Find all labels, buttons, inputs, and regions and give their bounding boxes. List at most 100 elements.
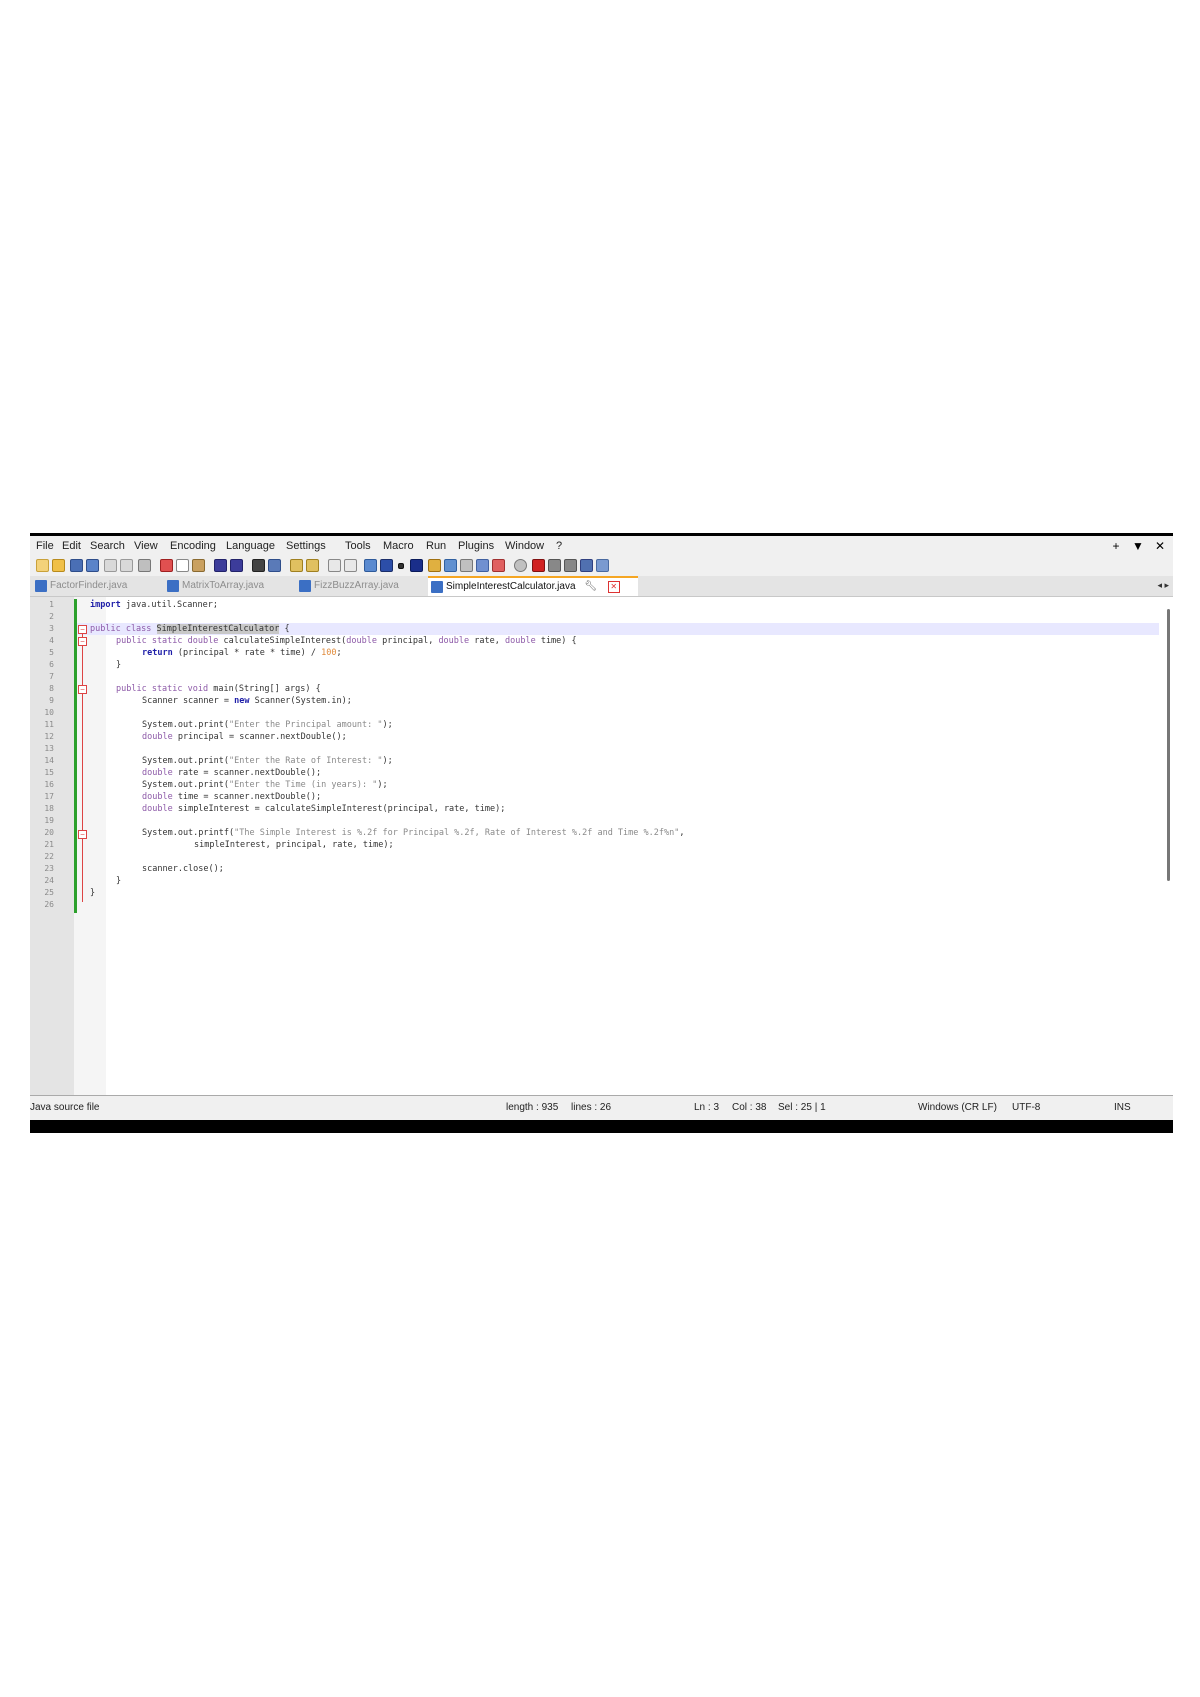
wrench-icon[interactable]: 🔧︎ (584, 581, 597, 592)
indent-guide-icon[interactable] (410, 559, 423, 572)
status-length: length : 935 (506, 1102, 559, 1113)
zoom-in-icon[interactable] (290, 559, 303, 572)
code-editor[interactable]: 1 2 3 4 5 6 7 8 9 10 11 12 13 14 15 16 1… (30, 597, 1173, 1096)
vertical-scrollbar[interactable] (1167, 609, 1170, 881)
menu-settings[interactable]: Settings (286, 540, 326, 552)
monitoring-icon[interactable] (492, 559, 505, 572)
close-file-icon[interactable] (104, 559, 117, 572)
close-icon[interactable]: ✕ (1153, 539, 1167, 553)
line-number: 20 (44, 828, 54, 837)
line-number: 22 (44, 852, 54, 861)
java-file-icon (431, 581, 443, 593)
add-icon[interactable]: + (1109, 539, 1123, 553)
stop-recording-icon[interactable] (548, 559, 561, 572)
undo-icon[interactable] (214, 559, 227, 572)
save-macro-icon[interactable] (596, 559, 609, 572)
start-recording-icon[interactable] (532, 559, 545, 572)
line-number: 6 (49, 660, 54, 669)
status-eol[interactable]: Windows (CR LF) (918, 1102, 997, 1113)
line-number: 19 (44, 816, 54, 825)
record-macro-icon[interactable] (514, 559, 527, 572)
line-number: 7 (49, 672, 54, 681)
menu-help[interactable]: ? (556, 540, 562, 552)
code-line: public static double calculateSimpleInte… (116, 636, 577, 646)
sync-horizontal-icon[interactable] (344, 559, 357, 572)
line-number: 18 (44, 804, 54, 813)
menu-macro[interactable]: Macro (383, 540, 414, 552)
menu-language[interactable]: Language (226, 540, 275, 552)
copy-icon[interactable] (176, 559, 189, 572)
line-number: 8 (49, 684, 54, 693)
fold-toggle-icon[interactable]: − (78, 637, 87, 646)
user-language-icon[interactable] (428, 559, 441, 572)
run-macro-icon[interactable] (580, 559, 593, 572)
menu-encoding[interactable]: Encoding (170, 540, 216, 552)
replace-icon[interactable] (268, 559, 281, 572)
fold-toggle-icon[interactable]: − (78, 685, 87, 694)
dropdown-arrow-icon[interactable] (398, 563, 404, 569)
line-number: 12 (44, 732, 54, 741)
code-line: } (116, 660, 122, 670)
playback-icon[interactable] (564, 559, 577, 572)
notepad-window: File Edit Search View Encoding Language … (30, 533, 1173, 1133)
menu-plugins[interactable]: Plugins (458, 540, 494, 552)
zoom-out-icon[interactable] (306, 559, 319, 572)
line-number: 1 (49, 600, 54, 609)
status-encoding[interactable]: UTF-8 (1012, 1102, 1040, 1113)
code-line: public class SimpleInterestCalculator { (90, 624, 290, 634)
line-number: 11 (44, 720, 54, 729)
fold-toggle-icon[interactable]: − (78, 625, 87, 634)
code-line: public static void main(String[] args) { (116, 684, 321, 694)
save-icon[interactable] (70, 559, 83, 572)
line-number: 25 (44, 888, 54, 897)
line-number: 14 (44, 756, 54, 765)
redo-icon[interactable] (230, 559, 243, 572)
change-history-bar (74, 599, 77, 913)
menu-view[interactable]: View (134, 540, 158, 552)
menu-search[interactable]: Search (90, 540, 125, 552)
save-all-icon[interactable] (86, 559, 99, 572)
tab-close-icon[interactable]: ✕ (607, 581, 620, 593)
paste-icon[interactable] (192, 559, 205, 572)
tab-fizzbuzzarray[interactable]: FizzBuzzArray.java (296, 577, 426, 595)
tab-label: SimpleInterestCalculator.java (446, 581, 576, 592)
menu-run[interactable]: Run (426, 540, 446, 552)
tab-factorfinder[interactable]: FactorFinder.java (32, 577, 162, 595)
menu-bar: File Edit Search View Encoding Language … (30, 539, 1173, 555)
menu-file[interactable]: File (36, 540, 54, 552)
status-file-type: Java source file (30, 1102, 100, 1113)
menu-tools[interactable]: Tools (345, 540, 371, 552)
open-file-icon[interactable] (52, 559, 65, 572)
menu-edit[interactable]: Edit (62, 540, 81, 552)
sync-vertical-icon[interactable] (328, 559, 341, 572)
code-line: scanner.close(); (142, 864, 224, 874)
word-wrap-icon[interactable] (364, 559, 377, 572)
tab-simpleinterestcalculator[interactable]: SimpleInterestCalculator.java 🔧︎ ✕ (428, 576, 638, 596)
fold-toggle-icon[interactable]: − (78, 830, 87, 839)
menu-window[interactable]: Window (505, 540, 544, 552)
code-line: double time = scanner.nextDouble(); (142, 792, 322, 802)
tab-matrixtoarray[interactable]: MatrixToArray.java (164, 577, 294, 595)
show-all-chars-icon[interactable] (380, 559, 393, 572)
code-line: double rate = scanner.nextDouble(); (142, 768, 322, 778)
new-file-icon[interactable] (36, 559, 49, 572)
status-column: Col : 38 (732, 1102, 767, 1113)
cut-icon[interactable] (160, 559, 173, 572)
function-list-icon[interactable] (460, 559, 473, 572)
print-icon[interactable] (138, 559, 151, 572)
find-icon[interactable] (252, 559, 265, 572)
toolbar (34, 557, 1173, 575)
folder-workspace-icon[interactable] (476, 559, 489, 572)
dropdown-icon[interactable]: ▼ (1131, 539, 1145, 553)
line-number: 21 (44, 840, 54, 849)
code-line: double simpleInterest = calculateSimpleI… (142, 804, 506, 814)
code-line: Scanner scanner = new Scanner(System.in)… (142, 696, 352, 706)
tab-scroll-arrows-icon[interactable]: ◂ ▸ (1157, 580, 1169, 591)
window-controls: + ▼ ✕ (1109, 539, 1169, 555)
document-map-icon[interactable] (444, 559, 457, 572)
status-insert-mode[interactable]: INS (1114, 1102, 1131, 1113)
java-file-icon (167, 580, 179, 592)
code-line: System.out.print("Enter the Principal am… (142, 720, 393, 730)
fold-line (82, 646, 83, 690)
close-all-icon[interactable] (120, 559, 133, 572)
